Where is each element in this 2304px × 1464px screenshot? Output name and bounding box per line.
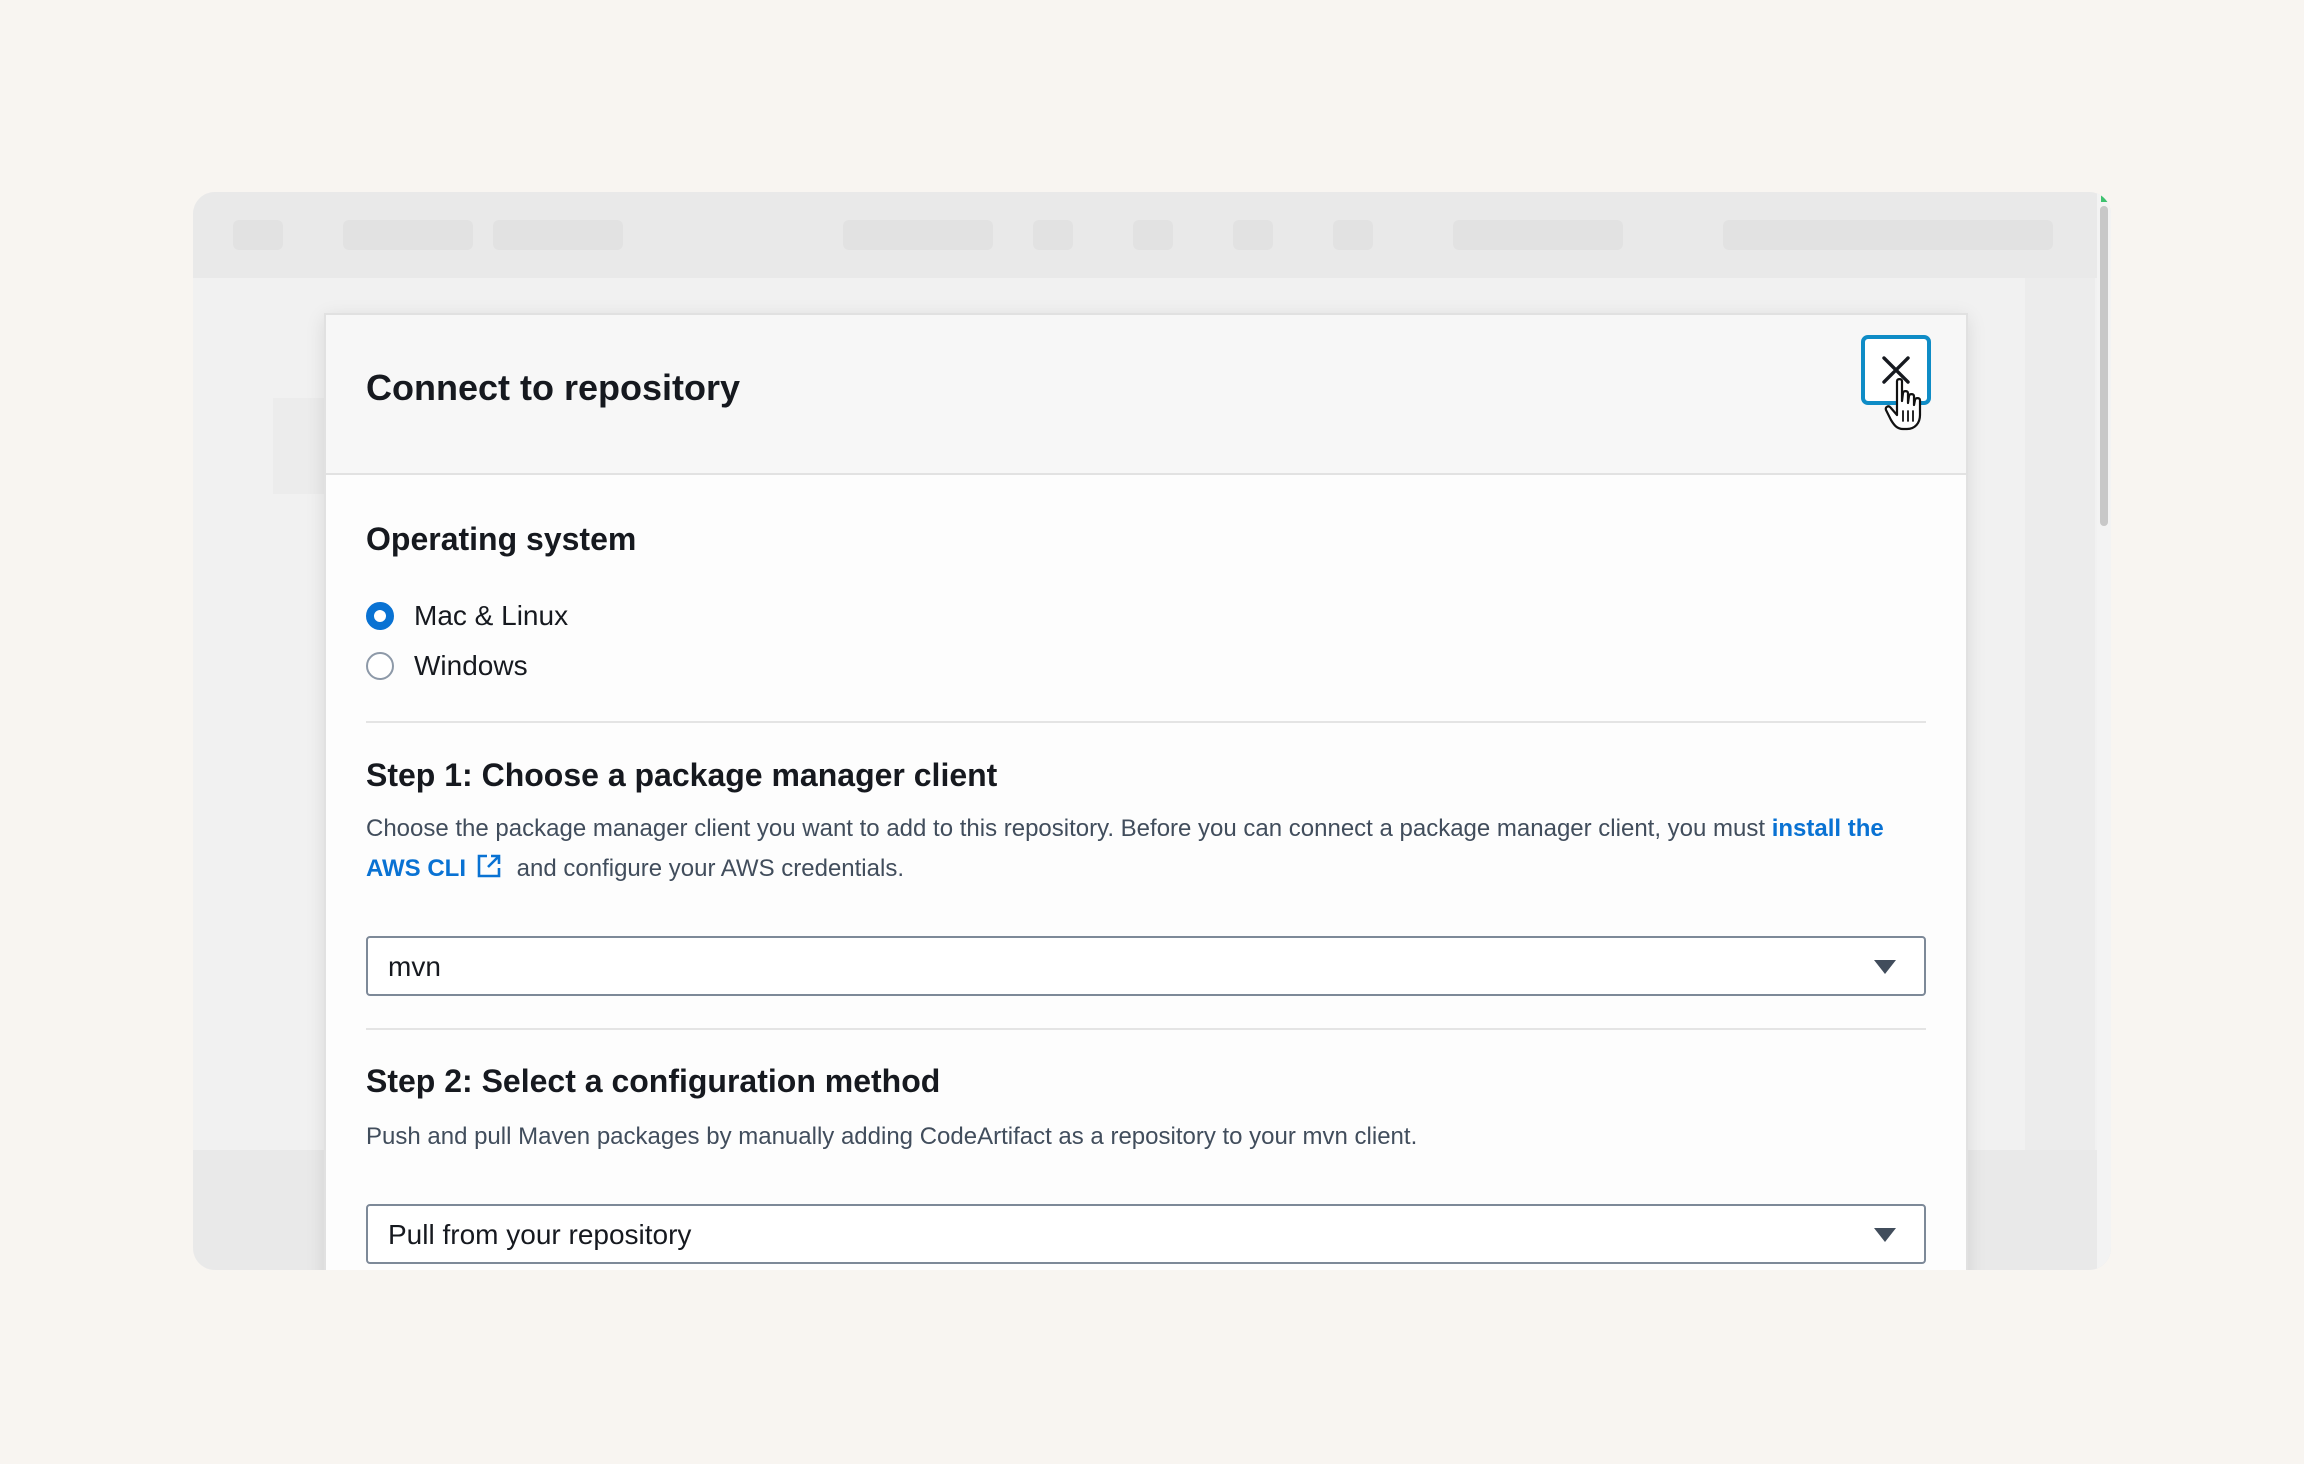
page-scrollbar-thumb[interactable]	[2100, 206, 2108, 526]
operating-system-heading: Operating system	[366, 521, 637, 557]
caret-down-icon	[1874, 960, 1896, 974]
step2-description: Push and pull Maven packages by manually…	[366, 1123, 1418, 1150]
radio-windows[interactable]: Windows	[366, 650, 528, 682]
status-indicator	[2101, 192, 2111, 202]
radio-mac-linux[interactable]: Mac & Linux	[366, 600, 568, 632]
app-window: Connect to repository Operating system M…	[193, 192, 2111, 1270]
page-scrollbar[interactable]	[2097, 192, 2111, 1270]
external-link-icon	[477, 854, 501, 878]
hand-pointer-cursor-icon	[1884, 378, 1922, 431]
step2-heading: Step 2: Select a configuration method	[366, 1063, 941, 1099]
background-top-navigation	[193, 192, 2111, 278]
step1-description: Choose the package manager client you wa…	[366, 809, 1926, 889]
connect-to-repository-modal: Connect to repository Operating system M…	[324, 313, 1968, 1270]
radio-label-mac-linux: Mac & Linux	[414, 600, 569, 631]
package-manager-select[interactable]: mvn	[366, 936, 1926, 996]
step1-desc-after: and configure your AWS credentials.	[510, 855, 904, 882]
section-divider	[366, 721, 1926, 723]
radio-button-unselected[interactable]	[366, 652, 394, 680]
radio-button-selected[interactable]	[366, 602, 394, 630]
configuration-method-select[interactable]: Pull from your repository	[366, 1204, 1926, 1264]
modal-body: Operating system Mac & Linux Windows Ste…	[366, 473, 1926, 1270]
background-side-panel	[2025, 278, 2095, 1150]
configuration-method-select-value: Pull from your repository	[388, 1219, 692, 1250]
modal-title: Connect to repository	[366, 367, 741, 408]
modal-header: Connect to repository	[326, 315, 1966, 475]
caret-down-icon	[1874, 1228, 1896, 1242]
step1-heading: Step 1: Choose a package manager client	[366, 757, 998, 793]
package-manager-select-value: mvn	[388, 951, 441, 982]
section-divider	[366, 1028, 1926, 1030]
step1-desc-before: Choose the package manager client you wa…	[366, 815, 1772, 842]
radio-label-windows: Windows	[414, 650, 528, 681]
